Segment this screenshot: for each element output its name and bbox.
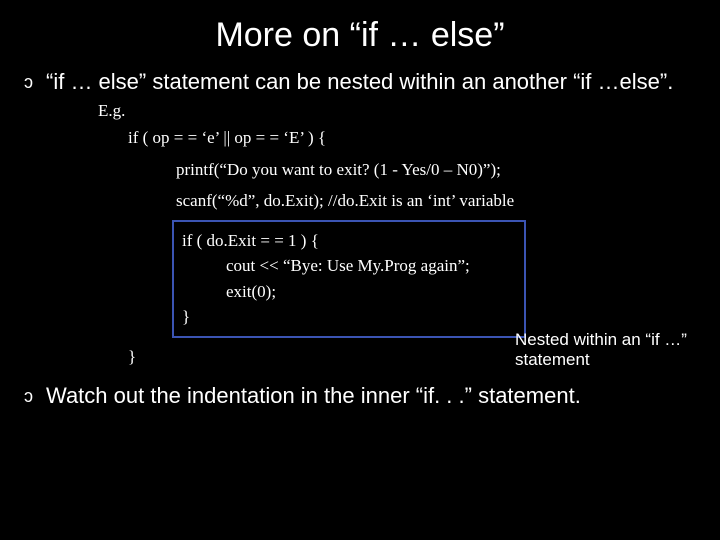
bullet-2: ͻ Watch out the indentation in the inner… — [24, 383, 696, 409]
slide-title: More on “if … else” — [24, 16, 696, 55]
slide: More on “if … else” ͻ “if … else” statem… — [0, 0, 720, 540]
bullet-icon: ͻ — [24, 69, 46, 95]
callout-text: Nested within an “if …” statement — [515, 330, 690, 370]
code-line-3: if ( do.Exit = = 1 ) { — [182, 228, 522, 254]
bullet-icon: ͻ — [24, 383, 46, 409]
code-line-5: exit(0); — [226, 279, 522, 305]
nested-if-box: if ( do.Exit = = 1 ) { cout << “Bye: Use… — [172, 220, 526, 338]
example-label: E.g. — [98, 101, 696, 121]
code-line-2: scanf(“%d”, do.Exit); //do.Exit is an ‘i… — [176, 188, 696, 214]
bullet-1: ͻ “if … else” statement can be nested wi… — [24, 69, 696, 95]
code-line-0: if ( op = = ‘e’ || op = = ‘E’ ) { — [128, 125, 696, 151]
code-line-6: } — [182, 304, 522, 330]
bullet-2-text: Watch out the indentation in the inner “… — [46, 383, 581, 409]
bullet-1-text: “if … else” statement can be nested with… — [46, 69, 673, 95]
code-line-4: cout << “Bye: Use My.Prog again”; — [226, 253, 522, 279]
code-line-1: printf(“Do you want to exit? (1 - Yes/0 … — [176, 157, 696, 183]
